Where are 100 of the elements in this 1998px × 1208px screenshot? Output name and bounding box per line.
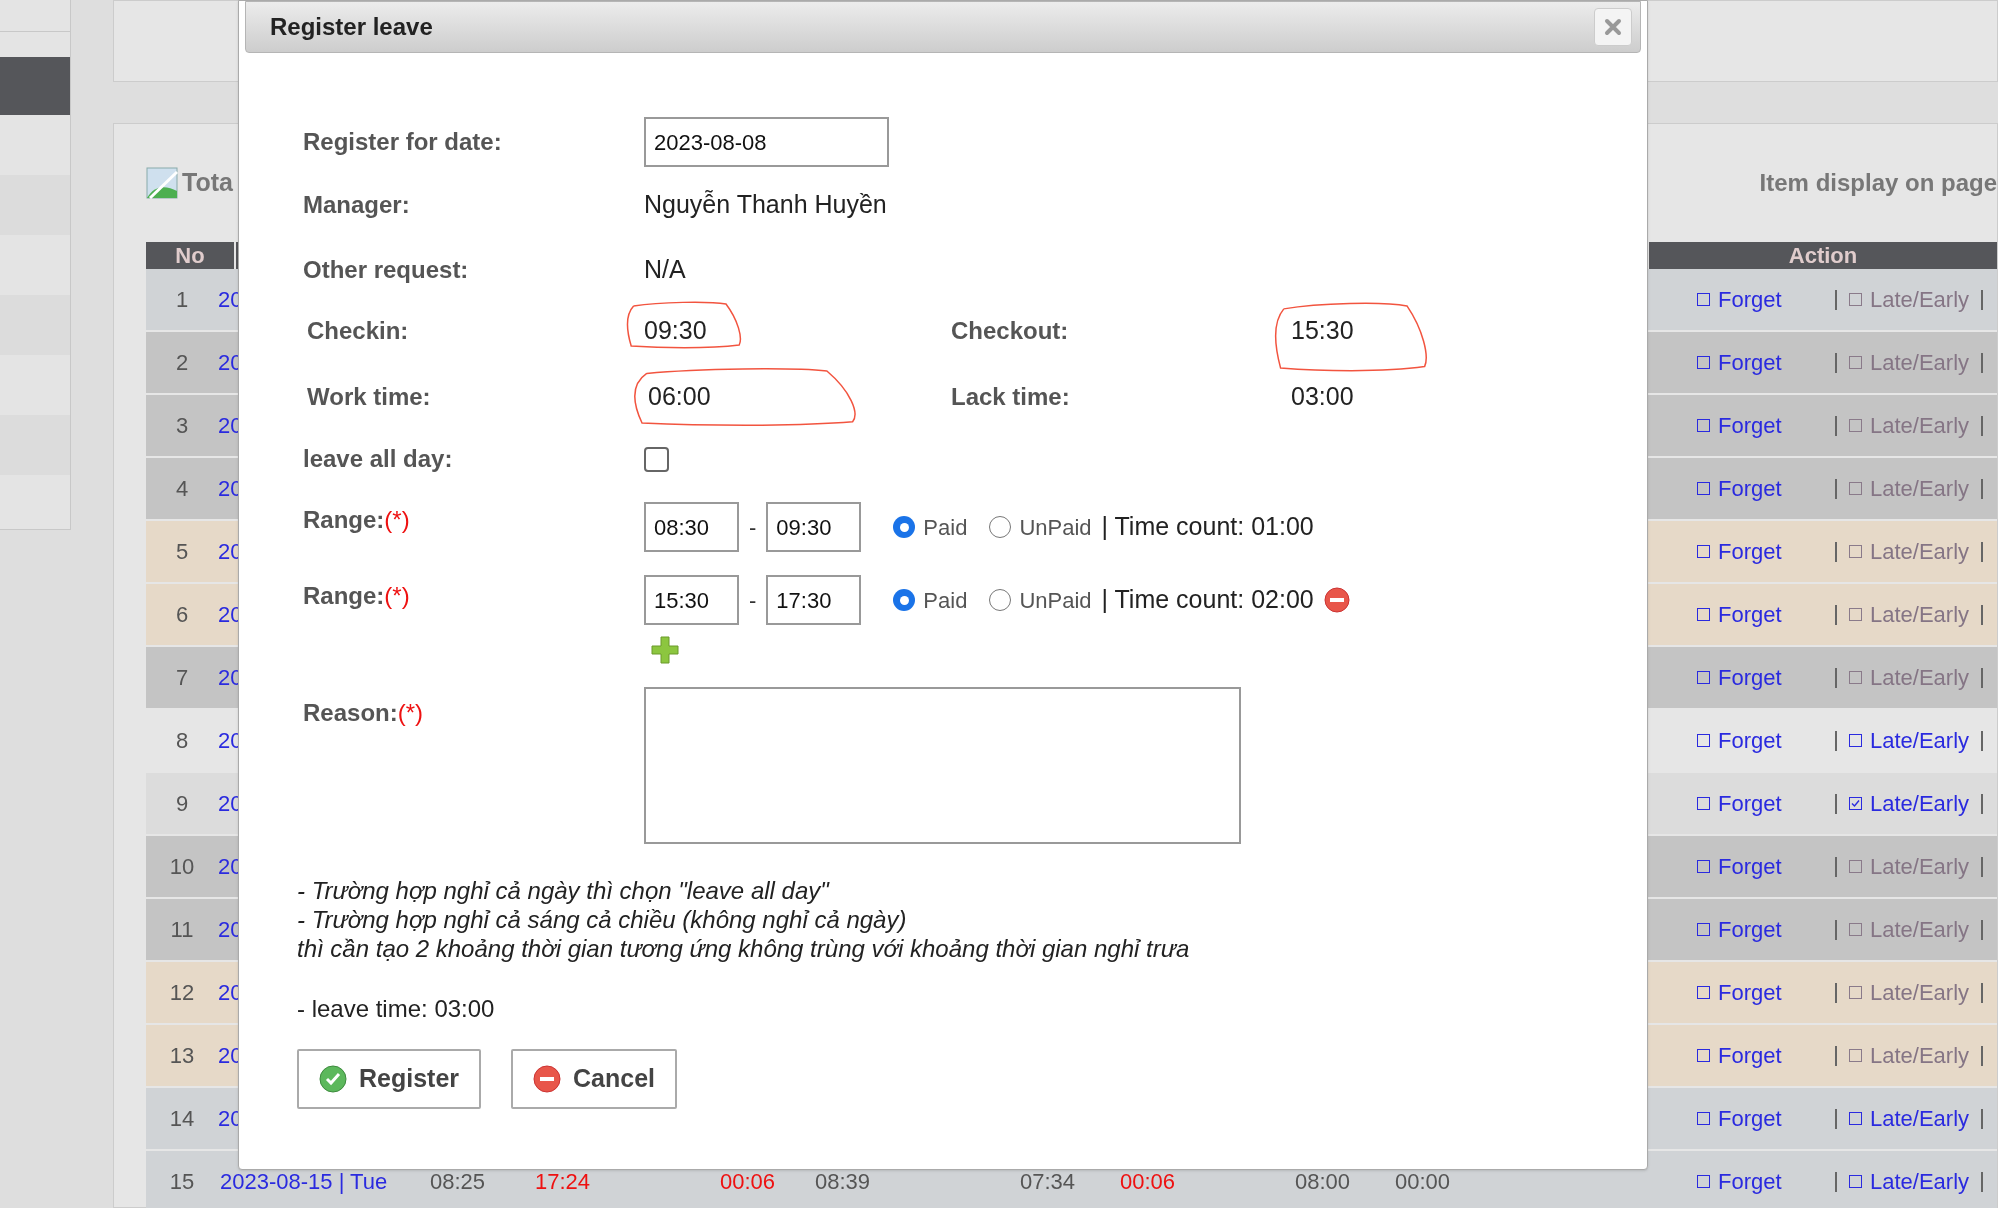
forget-link[interactable]: Forget (1718, 1039, 1782, 1072)
row-number: 4 (174, 475, 190, 503)
forget-link[interactable]: Forget (1718, 598, 1782, 631)
checkbox[interactable] (1697, 923, 1710, 936)
forget-link[interactable]: Forget (1718, 409, 1782, 442)
forget-link[interactable]: Forget (1718, 787, 1782, 820)
radio-label: Paid (923, 586, 968, 615)
row-number: 5 (174, 538, 190, 566)
forget-link[interactable]: Forget (1718, 724, 1782, 757)
note-text: - Trường hợp nghỉ cả ngày thì chọn "leave all day" (297, 876, 831, 905)
checkbox[interactable] (1849, 734, 1862, 747)
checkbox[interactable] (1849, 797, 1862, 810)
forget-link[interactable]: Forget (1718, 976, 1782, 1009)
table-cell-text: 17:24 (535, 1168, 592, 1196)
checkbox[interactable] (1849, 1112, 1862, 1125)
add-icon[interactable] (650, 635, 680, 665)
time-count: | Time count: 02:00 (1101, 584, 1314, 616)
range-separator: - (749, 513, 757, 542)
field-label: Other request: (303, 255, 469, 285)
checkbox[interactable] (1697, 734, 1710, 747)
row-number: 12 (168, 979, 196, 1007)
row-number: 2 (174, 349, 190, 377)
checkbox[interactable] (1697, 1175, 1710, 1188)
forget-link[interactable]: Forget (1718, 661, 1782, 694)
checkbox[interactable] (1697, 545, 1710, 558)
radio-button[interactable] (989, 589, 1012, 611)
late-early-link[interactable]: Late/Early (1870, 1165, 1970, 1198)
row-number: 9 (174, 790, 190, 818)
forget-link[interactable]: Forget (1718, 472, 1782, 505)
radio-button[interactable] (893, 589, 916, 611)
page-size-label: Item display on page (1759, 168, 1997, 198)
summary-label: Tota (182, 167, 233, 199)
row-number: 6 (174, 601, 190, 629)
leave-all-day-checkbox[interactable] (644, 446, 669, 472)
field-label: Work time: (307, 383, 431, 410)
check-icon (319, 1065, 347, 1093)
late-early-link[interactable]: Late/Early (1870, 724, 1970, 757)
note-text: - Trường hợp nghỉ cả sáng cả chiều (không nghỉ cả ngày) (297, 905, 908, 934)
time-from-field[interactable]: 08:30 (644, 502, 739, 552)
radio-label: Paid (923, 513, 968, 542)
reason-field[interactable] (644, 687, 1241, 844)
checkbox[interactable] (1697, 608, 1710, 621)
radio-label: UnPaid (1019, 586, 1092, 615)
checkbox[interactable] (1697, 419, 1710, 432)
table-cell-text: 07:34 (1020, 1168, 1077, 1196)
forget-link[interactable]: Forget (1718, 535, 1782, 568)
row-number: 1 (174, 286, 190, 314)
late-early-link[interactable]: Late/Early (1870, 787, 1970, 820)
checkbox[interactable] (1697, 293, 1710, 306)
row-number: 15 (168, 1168, 196, 1196)
forget-link[interactable]: Forget (1718, 346, 1782, 379)
work-time-value: 06:00 (648, 382, 711, 411)
checkbox[interactable] (1697, 986, 1710, 999)
late-early-link[interactable]: Late/Early (1870, 1102, 1970, 1135)
field-label: Range: (303, 505, 385, 535)
checkbox[interactable] (1697, 1112, 1710, 1125)
checkbox[interactable] (1697, 860, 1710, 873)
forget-link[interactable]: Forget (1718, 850, 1782, 883)
checkbox[interactable] (1697, 356, 1710, 369)
checkbox[interactable] (1697, 482, 1710, 495)
remove-icon[interactable] (1323, 587, 1350, 613)
radio-button[interactable] (893, 516, 916, 538)
checkbox[interactable] (1697, 797, 1710, 810)
minus-icon (533, 1065, 562, 1093)
checkbox[interactable] (1697, 1049, 1710, 1062)
manager-value: Nguyễn Thanh Huyền (644, 189, 887, 221)
register-button[interactable]: Register (297, 1049, 482, 1109)
required-mark: (*) (384, 581, 410, 611)
cancel-button[interactable]: Cancel (511, 1049, 678, 1109)
table-cell-text: 00:00 (1395, 1168, 1452, 1196)
time-to-field[interactable]: 17:30 (766, 575, 862, 625)
checkout-value: 15:30 (1291, 316, 1354, 345)
lack-time-value: 03:00 (1291, 382, 1354, 411)
other-request-value: N/A (644, 254, 686, 286)
close-button[interactable] (1594, 8, 1632, 46)
range-separator: - (749, 586, 757, 615)
forget-link[interactable]: Forget (1718, 913, 1782, 946)
forget-link[interactable]: Forget (1718, 283, 1782, 316)
time-from-field[interactable]: 15:30 (644, 575, 739, 625)
row-number: 7 (174, 664, 190, 692)
table-cell-text: 08:39 (815, 1168, 872, 1196)
time-count: | Time count: 01:00 (1101, 511, 1314, 543)
field-label: Lack time: (951, 383, 1070, 410)
checkbox[interactable] (1697, 671, 1710, 684)
field-label: Range: (303, 581, 385, 611)
required-mark: (*) (384, 505, 410, 535)
time-to-field[interactable]: 09:30 (766, 502, 862, 552)
radio-button[interactable] (989, 516, 1012, 538)
row-number: 14 (168, 1105, 196, 1133)
broken-image-icon (146, 167, 178, 199)
required-mark: (*) (397, 698, 423, 728)
field-label: Register for date: (303, 127, 502, 157)
field-label: Manager: (303, 190, 410, 220)
checkbox[interactable] (1849, 1175, 1862, 1188)
close-icon (1604, 18, 1622, 36)
forget-link[interactable]: Forget (1718, 1165, 1782, 1198)
row-number: 8 (174, 727, 190, 755)
date-field[interactable]: 2023-08-08 (644, 117, 889, 167)
table-cell-text: 00:06 (1120, 1168, 1177, 1196)
forget-link[interactable]: Forget (1718, 1102, 1782, 1135)
